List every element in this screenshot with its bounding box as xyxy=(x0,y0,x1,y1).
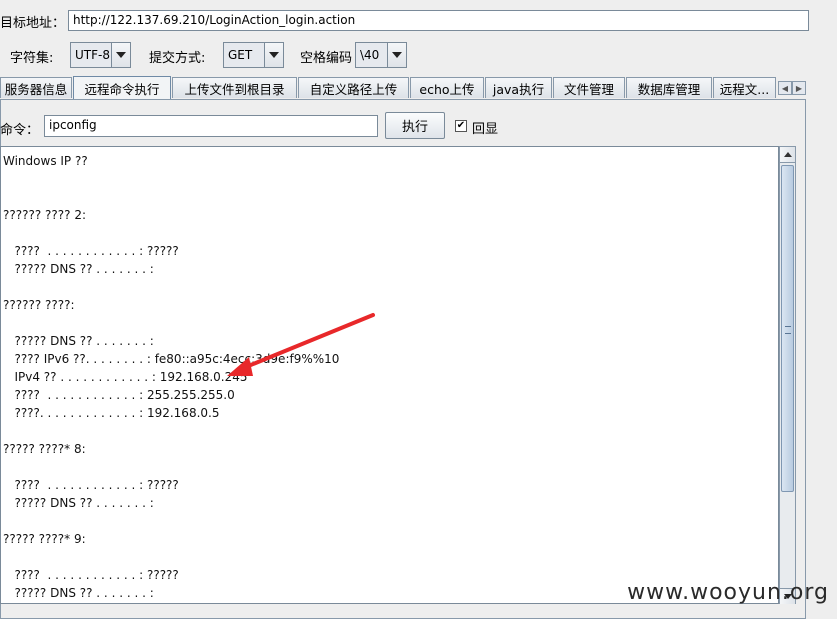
echo-label: 回显 xyxy=(472,122,499,137)
charset-select[interactable]: UTF-8 xyxy=(70,42,131,68)
tab-label: 文件管理 xyxy=(563,81,614,97)
tab-database-manager[interactable]: 数据库管理 xyxy=(626,77,712,98)
tab-echo-upload[interactable]: echo上传 xyxy=(410,77,484,98)
method-value: GET xyxy=(228,48,253,62)
tab-file-manager[interactable]: 文件管理 xyxy=(553,77,625,98)
tab-remote-command[interactable]: 远程命令执行 xyxy=(73,76,171,99)
tab-scroll-arrows: ◀ ▶ xyxy=(778,81,806,95)
arrow-head xyxy=(227,357,253,376)
tab-server-info[interactable]: 服务器信息 xyxy=(0,77,72,98)
tab-label: echo上传 xyxy=(419,81,475,97)
tab-label: 服务器信息 xyxy=(4,81,68,97)
charset-label: 字符集: xyxy=(10,51,54,66)
tab-upload-root[interactable]: 上传文件到根目录 xyxy=(172,77,297,98)
method-label: 提交方式: xyxy=(149,51,206,66)
tab-label: 远程文... xyxy=(719,81,770,97)
tab-label: 上传文件到根目录 xyxy=(184,81,285,97)
check-icon: ✔ xyxy=(456,120,466,131)
command-label: 命令： xyxy=(0,123,40,138)
chevron-down-icon[interactable] xyxy=(264,43,283,67)
arrow-shaft xyxy=(239,313,375,371)
tab-label: 数据库管理 xyxy=(637,81,701,97)
command-input[interactable]: ipconfig xyxy=(44,115,378,137)
charset-value: UTF-8 xyxy=(75,48,110,62)
target-url-input[interactable]: http://122.137.69.210/LoginAction_login.… xyxy=(68,10,809,31)
chevron-right-icon[interactable]: ▶ xyxy=(792,81,806,95)
scrollbar-thumb[interactable] xyxy=(781,165,794,492)
tab-label: 远程命令执行 xyxy=(84,81,160,97)
vertical-scrollbar[interactable] xyxy=(779,146,796,604)
tab-remote-file[interactable]: 远程文... xyxy=(713,77,776,98)
output-textarea[interactable]: Windows IP ???????? ???? 2: ???? . . . .… xyxy=(0,146,779,604)
target-url-label: 目标地址： xyxy=(0,16,66,31)
red-arrow-annotation xyxy=(227,313,375,376)
chevron-left-icon[interactable]: ◀ xyxy=(778,81,792,95)
watermark: www.wooyun.org xyxy=(627,580,829,605)
space-encoding-label: 空格编码 xyxy=(300,51,353,66)
scroll-up-icon[interactable] xyxy=(780,147,795,163)
tab-java-exec[interactable]: java执行 xyxy=(485,77,552,98)
tab-bar: 服务器信息 远程命令执行 上传文件到根目录 自定义路径上传 echo上传 jav… xyxy=(0,76,806,99)
space-encoding-select[interactable]: \40 xyxy=(355,42,407,68)
tab-label: java执行 xyxy=(492,81,545,97)
echo-checkbox[interactable]: ✔ xyxy=(455,120,467,132)
execute-button[interactable]: 执行 xyxy=(385,112,445,139)
method-select[interactable]: GET xyxy=(223,42,284,68)
tab-label: 自定义路径上传 xyxy=(309,81,398,97)
chevron-down-icon[interactable] xyxy=(111,43,130,67)
tab-custom-path-upload[interactable]: 自定义路径上传 xyxy=(298,77,409,98)
chevron-down-icon[interactable] xyxy=(387,43,406,67)
space-encoding-value: \40 xyxy=(360,48,380,62)
